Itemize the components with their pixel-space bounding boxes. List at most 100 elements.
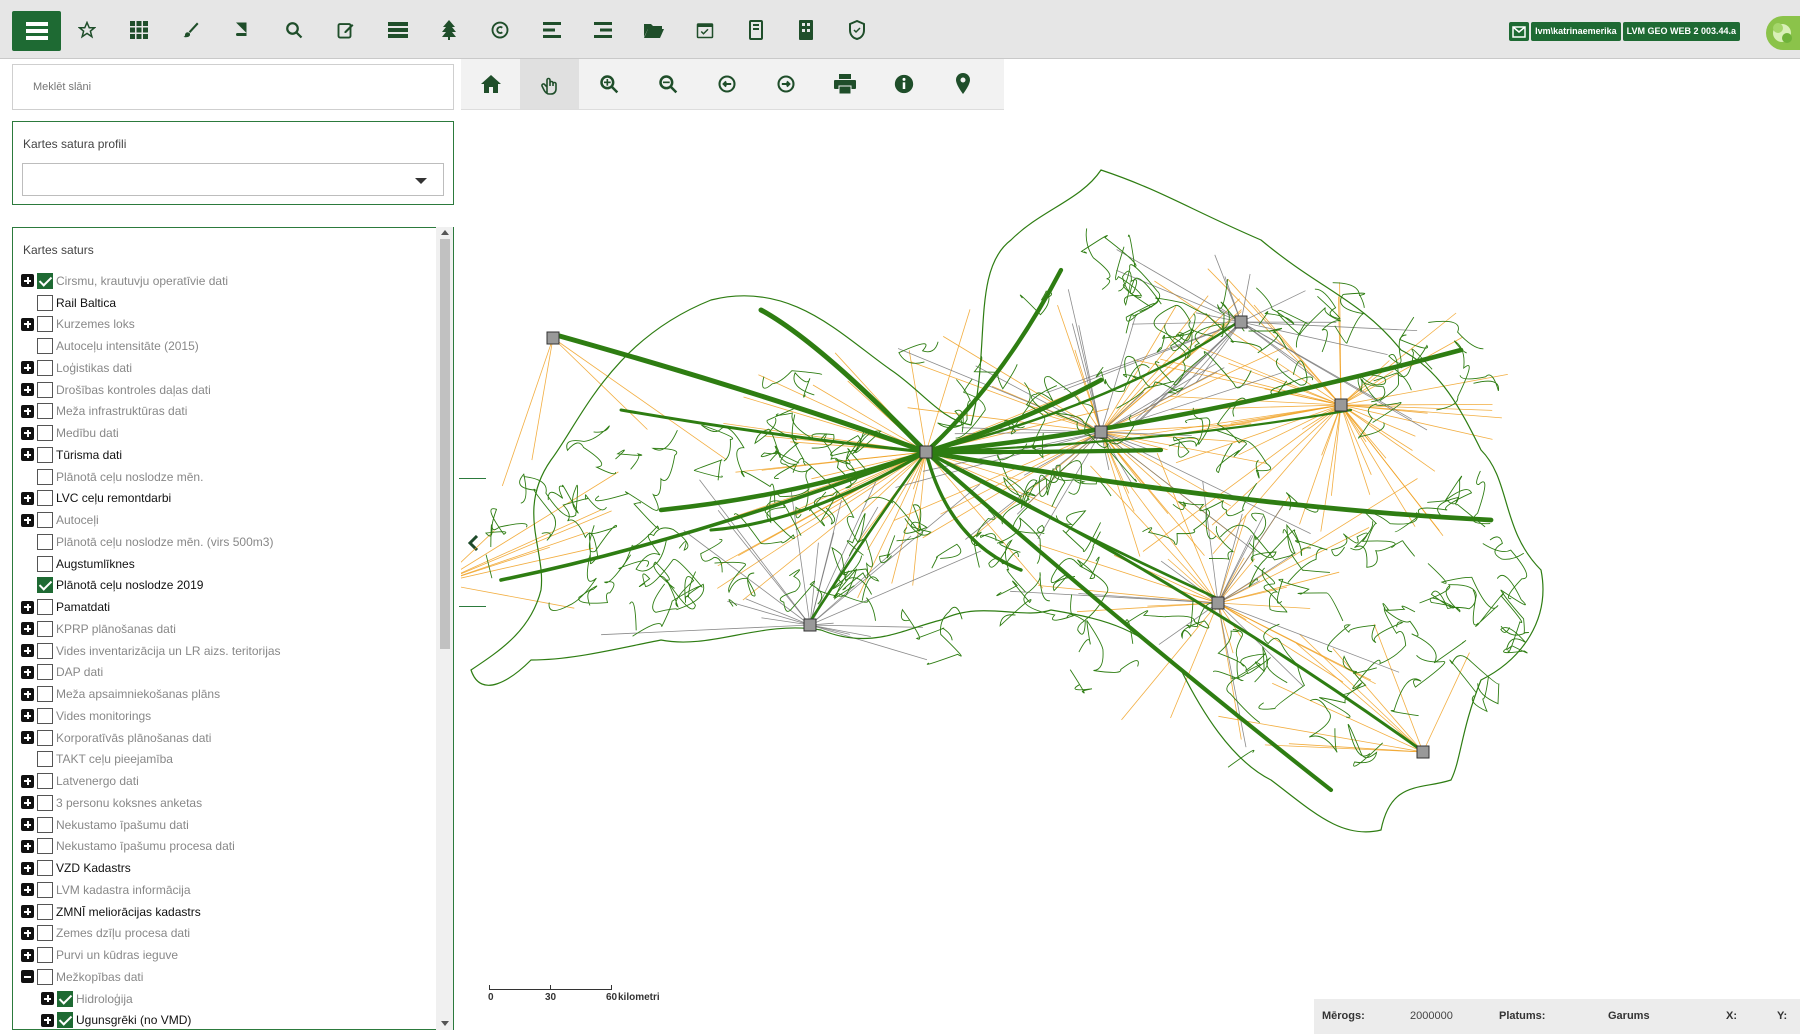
layer-label[interactable]: VZD Kadastrs (56, 861, 131, 875)
layer-checkbox[interactable] (57, 990, 73, 1007)
layer-checkbox[interactable] (37, 359, 53, 376)
layer-checkbox[interactable] (37, 707, 53, 724)
layer-checkbox[interactable] (37, 903, 53, 920)
print-button[interactable] (815, 59, 874, 109)
layer-checkbox[interactable] (37, 881, 53, 898)
list-box-icon[interactable] (384, 16, 412, 44)
layer-checkbox[interactable] (37, 968, 53, 985)
layer-checkbox[interactable] (37, 686, 53, 703)
profile-select[interactable] (22, 163, 444, 196)
star-icon[interactable] (73, 16, 101, 44)
layer-checkbox[interactable] (37, 490, 53, 507)
layer-label[interactable]: LVC ceļu remontdarbi (56, 491, 171, 505)
expand-icon[interactable] (21, 317, 34, 331)
back-button[interactable] (697, 59, 756, 109)
expand-icon[interactable] (21, 948, 34, 962)
expand-icon[interactable] (21, 926, 34, 940)
layer-checkbox[interactable] (37, 272, 53, 289)
layer-search-input[interactable] (13, 65, 453, 109)
pan-button[interactable] (520, 59, 579, 109)
expand-icon[interactable] (21, 665, 34, 679)
layer-checkbox[interactable] (37, 773, 53, 790)
layer-checkbox[interactable] (37, 446, 53, 463)
layer-checkbox[interactable] (37, 425, 53, 442)
mail-icon[interactable] (1509, 22, 1530, 41)
home-button[interactable] (461, 59, 520, 109)
expand-icon[interactable] (41, 1013, 54, 1027)
location-button[interactable] (933, 59, 992, 109)
expand-icon[interactable] (21, 861, 34, 875)
layer-label[interactable]: Meža infrastruktūras dati (56, 404, 187, 418)
forward-button[interactable] (756, 59, 815, 109)
layer-checkbox[interactable] (37, 533, 53, 550)
layer-checkbox[interactable] (37, 294, 53, 311)
layer-checkbox[interactable] (37, 555, 53, 572)
layer-checkbox[interactable] (37, 838, 53, 855)
layer-checkbox[interactable] (37, 729, 53, 746)
layer-checkbox[interactable] (37, 860, 53, 877)
layer-checkbox[interactable] (37, 338, 53, 355)
layer-label[interactable]: Kurzemes loks (56, 317, 135, 331)
layer-label[interactable]: KPRP plānošanas dati (56, 622, 176, 636)
layer-checkbox[interactable] (37, 403, 53, 420)
search-icon[interactable] (280, 16, 308, 44)
expand-icon[interactable] (21, 774, 34, 788)
layer-label[interactable]: Medību dati (56, 426, 119, 440)
layer-label[interactable]: Augstumlīknes (56, 557, 135, 571)
expand-icon[interactable] (21, 818, 34, 832)
expand-icon[interactable] (21, 796, 34, 810)
zoom-out-button[interactable] (638, 59, 697, 109)
layer-label[interactable]: Autoceļu intensitāte (2015) (56, 339, 199, 353)
layer-checkbox[interactable] (37, 664, 53, 681)
layer-label[interactable]: LVM kadastra informācija (56, 883, 191, 897)
grid-icon[interactable] (125, 16, 153, 44)
layer-label[interactable]: Hidroloģija (76, 992, 133, 1006)
layer-label[interactable]: Meža apsaimniekošanas plāns (56, 687, 220, 701)
layers-list-button[interactable] (12, 11, 61, 51)
layer-label[interactable]: Vides inventarizācija un LR aizs. terito… (56, 644, 281, 658)
layer-label[interactable]: Plānotā ceļu noslodze 2019 (56, 578, 203, 592)
layer-label[interactable]: Zemes dzīļu procesa dati (56, 926, 190, 940)
layer-label[interactable]: ZMNĪ meliorācijas kadastrs (56, 905, 201, 919)
layer-checkbox[interactable] (37, 512, 53, 529)
align-left-icon[interactable] (538, 16, 566, 44)
layer-label[interactable]: DAP dati (56, 665, 103, 679)
expand-icon[interactable] (21, 491, 34, 505)
map-canvas[interactable] (461, 150, 1800, 970)
expand-icon[interactable] (21, 426, 34, 440)
layer-checkbox[interactable] (37, 620, 53, 637)
layer-label[interactable]: Loģistikas dati (56, 361, 132, 375)
folder-open-icon[interactable] (640, 16, 668, 44)
scroll-up-icon[interactable] (441, 230, 449, 235)
copyright-icon[interactable] (486, 16, 514, 44)
expand-icon[interactable] (41, 992, 54, 1006)
layer-checkbox[interactable] (37, 468, 53, 485)
expand-icon[interactable] (21, 839, 34, 853)
layer-label[interactable]: Tūrisma dati (56, 448, 122, 462)
expand-icon[interactable] (21, 600, 34, 614)
layer-label[interactable]: TAKT ceļu pieejamība (56, 752, 173, 766)
shield-icon[interactable] (843, 16, 871, 44)
scroll-down-icon[interactable] (441, 1021, 449, 1026)
brush-icon[interactable] (177, 16, 205, 44)
layer-label[interactable]: 3 personu koksnes anketas (56, 796, 202, 810)
expand-icon[interactable] (21, 383, 34, 397)
expand-icon[interactable] (21, 404, 34, 418)
align-right-icon[interactable] (589, 16, 617, 44)
tree-icon[interactable] (435, 16, 463, 44)
layer-label[interactable]: Vides monitorings (56, 709, 151, 723)
user-badge[interactable]: lvm\katrinaemerika (1531, 22, 1621, 41)
layer-checkbox[interactable] (37, 816, 53, 833)
layer-checkbox[interactable] (37, 794, 53, 811)
layer-checkbox[interactable] (37, 381, 53, 398)
layer-label[interactable]: Autoceļi (56, 513, 99, 527)
info-button[interactable] (874, 59, 933, 109)
layer-label[interactable]: Korporatīvās plānošanas dati (56, 731, 211, 745)
zoom-in-button[interactable] (579, 59, 638, 109)
expand-icon[interactable] (21, 361, 34, 375)
layer-label[interactable]: Cirsmu, krautuvju operatīvie dati (56, 274, 228, 288)
layer-checkbox[interactable] (37, 577, 53, 594)
layer-label[interactable]: Rail Baltica (56, 296, 116, 310)
expand-icon[interactable] (21, 622, 34, 636)
expand-icon[interactable] (21, 644, 34, 658)
